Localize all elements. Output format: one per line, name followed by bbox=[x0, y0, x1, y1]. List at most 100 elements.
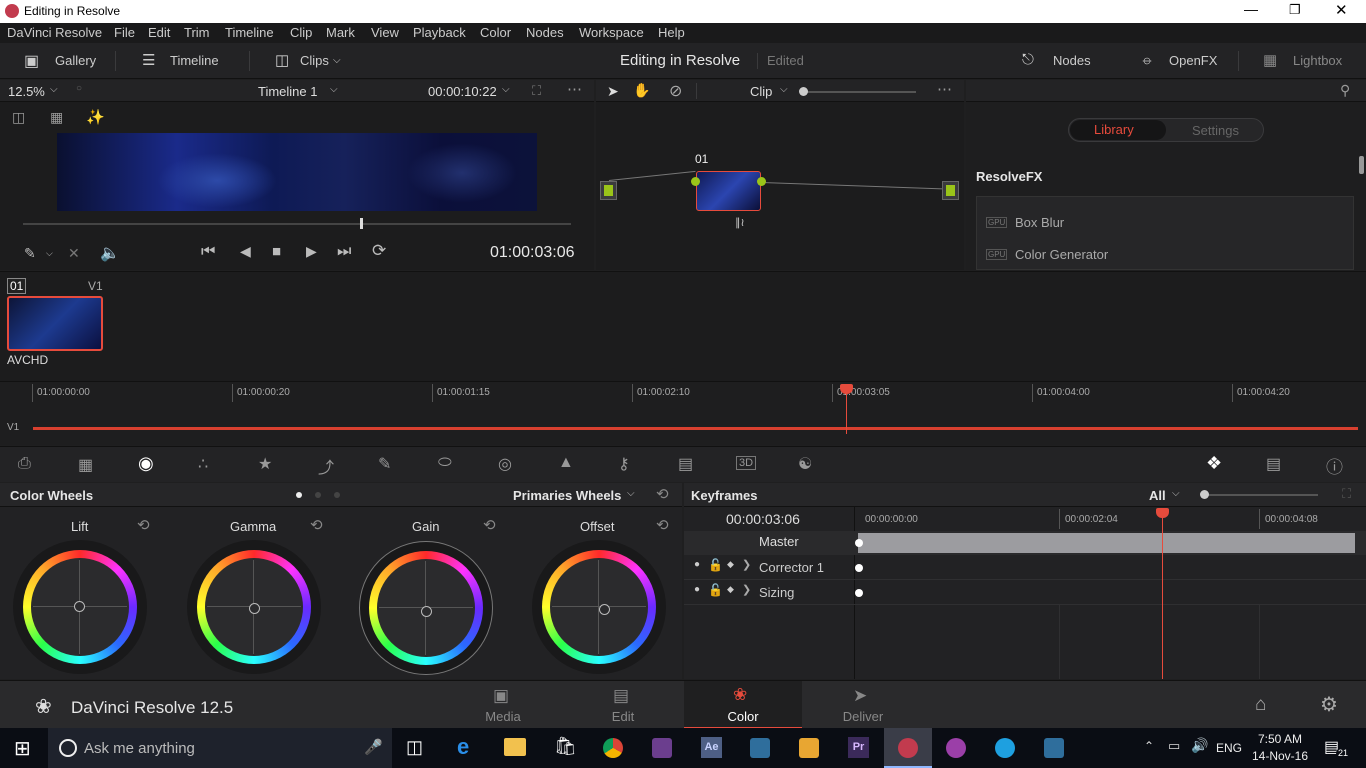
keyframe-dot[interactable] bbox=[855, 589, 863, 597]
chevron-up-icon[interactable]: ⌃ bbox=[1144, 739, 1154, 753]
chevron-down-icon[interactable]: ⌵ bbox=[1172, 488, 1180, 499]
lock-icon[interactable]: 🔓 bbox=[708, 583, 723, 597]
menu-item-color[interactable]: Color bbox=[480, 25, 511, 40]
reset-gain-icon[interactable]: ⟲ bbox=[483, 516, 496, 534]
magic-wand-icon[interactable]: ✨ bbox=[86, 108, 105, 126]
color-picker-icon[interactable]: ✎ bbox=[24, 245, 36, 262]
gamma-wheel[interactable] bbox=[187, 540, 321, 674]
home-icon[interactable]: ⌂ bbox=[1255, 694, 1266, 716]
keyframe-dot[interactable] bbox=[855, 539, 863, 547]
media-player-icon[interactable] bbox=[799, 738, 819, 758]
info-icon[interactable]: ⓘ bbox=[1326, 453, 1343, 478]
blur-icon[interactable]: ▲ bbox=[558, 454, 574, 472]
page-tab-edit[interactable]: ▤ Edit bbox=[580, 681, 666, 729]
kf-row-master[interactable]: Master bbox=[684, 531, 1366, 555]
menu-item-file[interactable]: File bbox=[114, 25, 135, 40]
timeline-ruler[interactable]: 01:00:00:00 01:00:00:20 01:00:01:15 01:0… bbox=[32, 382, 1366, 404]
qualifier-icon[interactable]: ✎ bbox=[378, 454, 391, 474]
chevron-down-icon[interactable]: ⌵ bbox=[502, 84, 510, 95]
track-clip-bar[interactable] bbox=[33, 427, 1358, 430]
keyframe-zoom-slider[interactable] bbox=[1204, 494, 1318, 496]
more-options-icon[interactable]: ⋯ bbox=[937, 80, 952, 98]
node-zoom-slider[interactable] bbox=[802, 91, 916, 93]
close-icon[interactable]: ✕ bbox=[1335, 1, 1348, 19]
keyframe-playhead-handle[interactable] bbox=[1156, 508, 1169, 518]
chevron-down-icon[interactable]: ⌵ bbox=[46, 248, 53, 259]
menu-item-timeline[interactable]: Timeline bbox=[225, 25, 274, 40]
menu-item-davinci[interactable]: DaVinci Resolve bbox=[7, 25, 102, 40]
minimize-icon[interactable]: — bbox=[1244, 1, 1258, 17]
gear-icon[interactable]: ⚙ bbox=[1320, 692, 1338, 717]
reset-offset-icon[interactable]: ⟲ bbox=[656, 516, 669, 534]
tab-library[interactable]: Library bbox=[1070, 120, 1166, 140]
lock-icon[interactable]: 🔓 bbox=[708, 558, 723, 572]
chevron-down-icon[interactable]: ⌵ bbox=[780, 84, 788, 95]
page-tab-color[interactable]: ❀ Color bbox=[684, 681, 802, 729]
app-icon[interactable] bbox=[652, 738, 672, 758]
window-icon[interactable]: ⬭ bbox=[438, 454, 452, 472]
menu-item-help[interactable]: Help bbox=[658, 25, 685, 40]
diamond-icon[interactable]: ◆ bbox=[727, 559, 734, 570]
curves-icon[interactable]: ⤴ bbox=[318, 454, 334, 478]
menu-item-clip[interactable]: Clip bbox=[290, 25, 312, 40]
skype-icon[interactable] bbox=[995, 738, 1015, 758]
input-node[interactable] bbox=[600, 181, 617, 200]
restore-icon[interactable]: ❐ bbox=[1289, 2, 1301, 18]
loop-icon[interactable]: ⟳ bbox=[372, 241, 386, 261]
hand-icon[interactable]: ✋ bbox=[633, 82, 650, 99]
bypass-icon[interactable]: ⊘ bbox=[669, 81, 682, 101]
stop-icon[interactable]: ■ bbox=[272, 243, 281, 260]
slider-handle[interactable] bbox=[1200, 490, 1209, 499]
menu-item-workspace[interactable]: Workspace bbox=[579, 25, 644, 40]
timeline-selector[interactable]: Timeline 1 bbox=[258, 84, 317, 99]
grid-view-icon[interactable]: ▦ bbox=[50, 109, 63, 126]
scrubber-track[interactable] bbox=[23, 223, 571, 225]
stereo-icon[interactable]: ☯ bbox=[798, 454, 812, 474]
task-view-icon[interactable]: ◫ bbox=[406, 737, 423, 758]
app-icon[interactable] bbox=[750, 738, 770, 758]
fullscreen-icon[interactable]: ⛶ bbox=[532, 83, 541, 99]
file-explorer-icon[interactable] bbox=[504, 738, 526, 756]
store-icon[interactable]: 🛍 bbox=[554, 736, 577, 757]
menu-item-playback[interactable]: Playback bbox=[413, 25, 466, 40]
output-node[interactable] bbox=[942, 181, 959, 200]
fx-item-box-blur[interactable]: Box Blur bbox=[1015, 215, 1064, 230]
color-wheels-icon[interactable]: ◉ bbox=[138, 453, 154, 474]
keyframes-filter[interactable]: All bbox=[1149, 488, 1166, 503]
camera-raw-icon[interactable]: ⎙ bbox=[18, 455, 31, 473]
reset-lift-icon[interactable]: ⟲ bbox=[137, 516, 150, 534]
page-dot[interactable] bbox=[315, 492, 321, 498]
clips-button[interactable]: Clips bbox=[300, 53, 329, 68]
skip-start-icon[interactable]: ⏮ bbox=[201, 243, 215, 261]
page-tab-deliver[interactable]: ➤ Deliver bbox=[820, 681, 906, 729]
windows-start-icon[interactable]: ⊞ bbox=[14, 736, 31, 761]
after-effects-icon[interactable]: Ae bbox=[701, 737, 722, 758]
scopes-icon[interactable]: ▤ bbox=[1266, 454, 1281, 474]
offset-wheel[interactable] bbox=[532, 540, 666, 674]
volume-icon[interactable]: 🔈 bbox=[100, 243, 120, 263]
more-options-icon[interactable]: ⋯ bbox=[567, 80, 582, 98]
premiere-icon[interactable]: Pr bbox=[848, 737, 869, 758]
menu-item-edit[interactable]: Edit bbox=[148, 25, 170, 40]
openfx-button[interactable]: OpenFX bbox=[1169, 53, 1217, 68]
motion-effects-icon[interactable]: ★ bbox=[258, 454, 272, 474]
keyframes-icon[interactable]: ❖ bbox=[1206, 453, 1222, 474]
lift-wheel[interactable] bbox=[13, 540, 147, 674]
3d-icon[interactable]: 3D bbox=[736, 456, 757, 470]
search-icon[interactable]: ⚲ bbox=[1340, 82, 1350, 99]
corrector-node[interactable] bbox=[696, 171, 761, 211]
page-dot[interactable] bbox=[334, 492, 340, 498]
resolve-taskbar-item[interactable] bbox=[884, 728, 932, 768]
cortana-search-box[interactable]: Ask me anything 🎤 bbox=[48, 728, 392, 768]
play-icon[interactable]: ▶ bbox=[306, 243, 317, 260]
chevron-right-icon[interactable]: ❯ bbox=[742, 583, 751, 596]
wheels-mode-selector[interactable]: Primaries Wheels bbox=[513, 488, 621, 503]
cross-icon[interactable]: ✕ bbox=[68, 245, 80, 262]
tracker-icon[interactable]: ◎ bbox=[498, 454, 512, 474]
microphone-icon[interactable]: 🎤 bbox=[364, 738, 383, 756]
clip-thumbnail[interactable] bbox=[7, 296, 103, 351]
pointer-icon[interactable]: ➤ bbox=[607, 83, 619, 100]
play-reverse-icon[interactable]: ◀ bbox=[240, 243, 251, 260]
key-icon[interactable]: ⚷ bbox=[618, 454, 630, 474]
edge-icon[interactable]: e bbox=[457, 734, 469, 760]
